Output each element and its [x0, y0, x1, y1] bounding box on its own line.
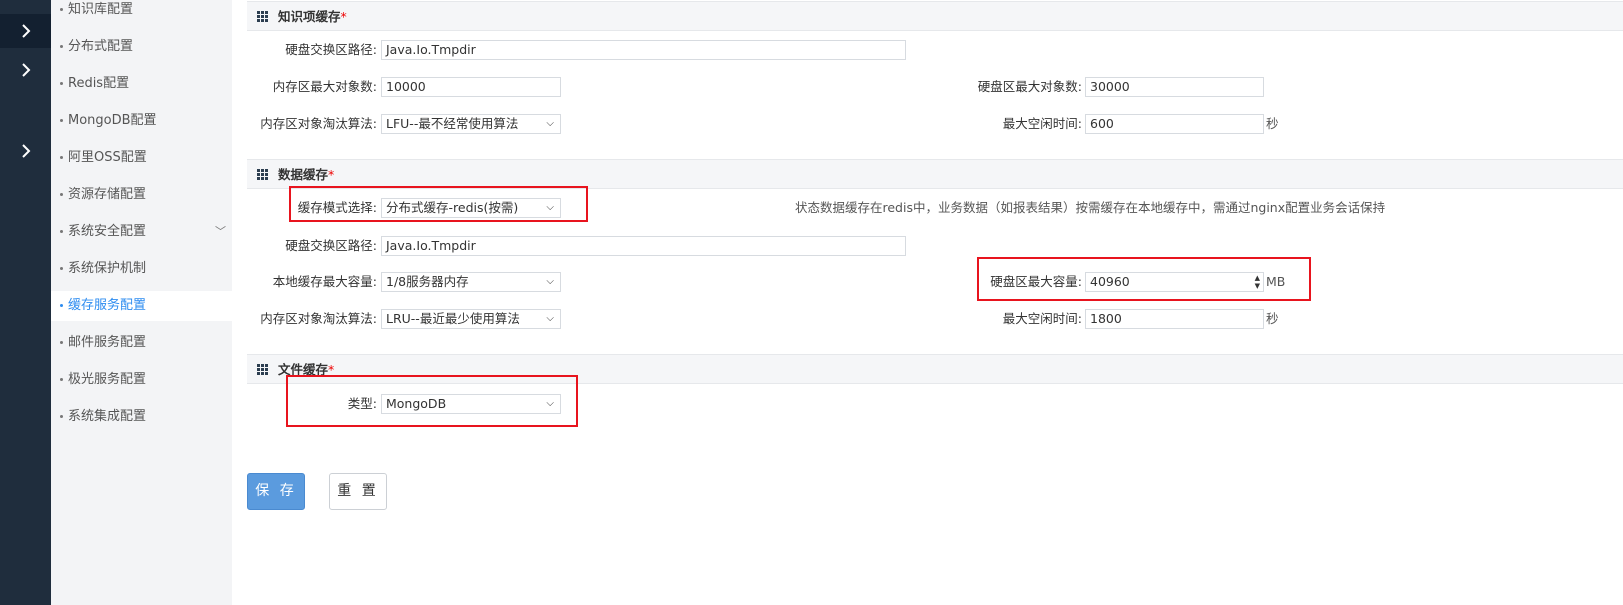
- local-cache-max-label: 本地缓存最大容量:: [272, 274, 377, 289]
- grid-icon: [257, 364, 268, 375]
- file-cache-type-select[interactable]: MongoDB ⌵: [381, 394, 561, 414]
- bullet-icon: [60, 378, 63, 381]
- menu-item-mail-service[interactable]: 邮件服务配置: [51, 328, 232, 358]
- rail-expand-button-1[interactable]: [0, 14, 51, 48]
- section-title: 知识项缓存: [278, 9, 341, 24]
- knowledge-idle-label: 最大空闲时间:: [1002, 116, 1082, 131]
- rail-expand-button-3[interactable]: [0, 134, 51, 168]
- menu-item-knowledge[interactable]: 知识库配置: [51, 0, 232, 25]
- knowledge-eviction-label: 内存区对象淘汰算法:: [260, 116, 377, 131]
- save-button[interactable]: 保 存: [247, 473, 305, 510]
- rail-expand-button-2[interactable]: [0, 53, 51, 87]
- number-spinner-icon[interactable]: ▲ ▼: [1255, 274, 1260, 290]
- settings-menu: 知识库配置 分布式配置 Redis配置 MongoDB配置 阿里OSS配置 资源…: [51, 0, 232, 605]
- menu-item-security[interactable]: 系统安全配置 ﹀: [51, 217, 232, 247]
- chevron-right-icon: [21, 144, 30, 158]
- local-cache-max-select[interactable]: 1/8服务器内存 ⌵: [381, 272, 561, 292]
- section-title: 数据缓存: [278, 167, 329, 182]
- bullet-icon: [60, 267, 63, 270]
- menu-item-integration[interactable]: 系统集成配置: [51, 402, 232, 432]
- bullet-icon: [60, 304, 63, 307]
- menu-item-mongodb[interactable]: MongoDB配置: [51, 106, 232, 136]
- bullet-icon: [60, 156, 63, 159]
- menu-item-redis[interactable]: Redis配置: [51, 69, 232, 99]
- section-header-file-cache: 文件缓存*: [247, 354, 1623, 384]
- bullet-icon: [60, 193, 63, 196]
- bullet-icon: [60, 230, 63, 233]
- required-mark: *: [328, 362, 335, 377]
- section-title: 文件缓存: [278, 362, 329, 377]
- required-mark: *: [340, 9, 347, 24]
- data-cache-mode-label: 缓存模式选择:: [297, 200, 377, 215]
- section-header-knowledge-cache: 知识项缓存*: [247, 1, 1623, 31]
- disk-max-capacity-label: 硬盘区最大容量:: [990, 274, 1082, 289]
- knowledge-disk-swap-path-label: 硬盘交换区路径:: [285, 42, 377, 57]
- data-disk-swap-path-input[interactable]: Java.Io.Tmpdir: [381, 236, 906, 256]
- file-cache-type-label: 类型:: [347, 396, 377, 411]
- reset-button[interactable]: 重 置: [329, 473, 387, 510]
- menu-item-resource-storage[interactable]: 资源存储配置: [51, 180, 232, 210]
- data-idle-label: 最大空闲时间:: [1002, 311, 1082, 326]
- icon-rail: [0, 0, 51, 605]
- menu-item-aliyun-oss[interactable]: 阿里OSS配置: [51, 143, 232, 173]
- chevron-down-icon: ⌵: [546, 276, 554, 287]
- grid-icon: [257, 169, 268, 180]
- data-idle-input[interactable]: 1800: [1085, 309, 1264, 329]
- data-eviction-label: 内存区对象淘汰算法:: [260, 311, 377, 326]
- data-disk-swap-path-label: 硬盘交换区路径:: [285, 238, 377, 253]
- chevron-down-icon: ⌵: [546, 398, 554, 409]
- chevron-down-icon: ⌵: [546, 118, 554, 129]
- disk-max-capacity-input[interactable]: 40960 ▲ ▼: [1085, 272, 1264, 292]
- required-mark: *: [328, 167, 335, 182]
- menu-item-jpush-service[interactable]: 极光服务配置: [51, 365, 232, 395]
- bullet-icon: [60, 415, 63, 418]
- bullet-icon: [60, 341, 63, 344]
- disk-max-capacity-unit: MB: [1266, 274, 1286, 289]
- bullet-icon: [60, 8, 63, 11]
- knowledge-eviction-select[interactable]: LFU--最不经常使用算法 ⌵: [381, 114, 561, 134]
- chevron-down-icon: ⌵: [546, 202, 554, 213]
- bullet-icon: [60, 82, 63, 85]
- section-header-data-cache: 数据缓存*: [247, 159, 1623, 189]
- knowledge-mem-max-objects-input[interactable]: 10000: [381, 77, 561, 97]
- menu-item-protection[interactable]: 系统保护机制: [51, 254, 232, 284]
- bullet-icon: [60, 45, 63, 48]
- chevron-down-icon: ﹀: [215, 225, 226, 238]
- chevron-right-icon: [21, 24, 30, 38]
- data-cache-mode-note: 状态数据缓存在redis中，业务数据（如报表结果）按需缓存在本地缓存中，需通过n…: [795, 200, 1386, 215]
- knowledge-disk-swap-path-input[interactable]: Java.Io.Tmpdir: [381, 40, 906, 60]
- knowledge-idle-input[interactable]: 600: [1085, 114, 1264, 134]
- knowledge-mem-max-objects-label: 内存区最大对象数:: [272, 79, 377, 94]
- data-idle-unit: 秒: [1266, 311, 1279, 326]
- bullet-icon: [60, 119, 63, 122]
- knowledge-disk-max-objects-label: 硬盘区最大对象数:: [977, 79, 1082, 94]
- knowledge-disk-max-objects-input[interactable]: 30000: [1085, 77, 1264, 97]
- knowledge-idle-unit: 秒: [1266, 116, 1279, 131]
- grid-icon: [257, 11, 268, 22]
- data-cache-mode-select[interactable]: 分布式缓存-redis(按需) ⌵: [381, 198, 561, 218]
- data-eviction-select[interactable]: LRU--最近最少使用算法 ⌵: [381, 309, 561, 329]
- menu-item-distributed[interactable]: 分布式配置: [51, 32, 232, 62]
- menu-item-cache-service[interactable]: 缓存服务配置: [51, 291, 232, 321]
- chevron-down-icon: ⌵: [546, 313, 554, 324]
- chevron-right-icon: [21, 63, 30, 77]
